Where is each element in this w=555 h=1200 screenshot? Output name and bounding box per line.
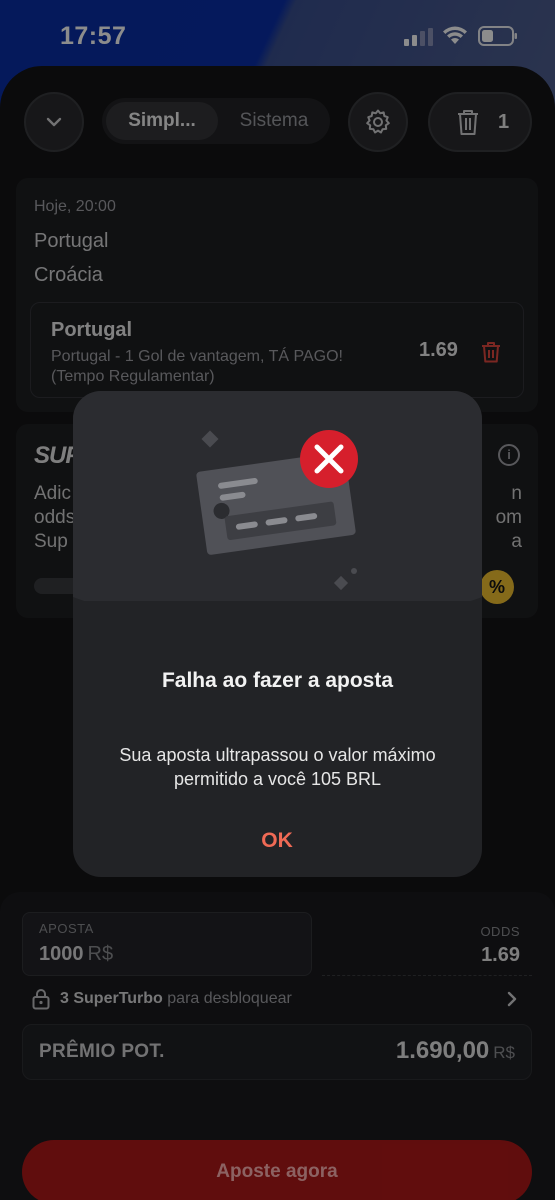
error-x-icon	[300, 430, 358, 488]
failed-ticket-illustration	[73, 391, 482, 601]
error-dialog: Falha ao fazer a aposta Sua aposta ultra…	[73, 391, 482, 877]
dialog-title: Falha ao fazer a aposta	[161, 669, 394, 692]
dialog-message: Sua aposta ultrapassou o valor máximo pe…	[119, 745, 436, 789]
ok-button[interactable]: OK	[227, 823, 327, 859]
